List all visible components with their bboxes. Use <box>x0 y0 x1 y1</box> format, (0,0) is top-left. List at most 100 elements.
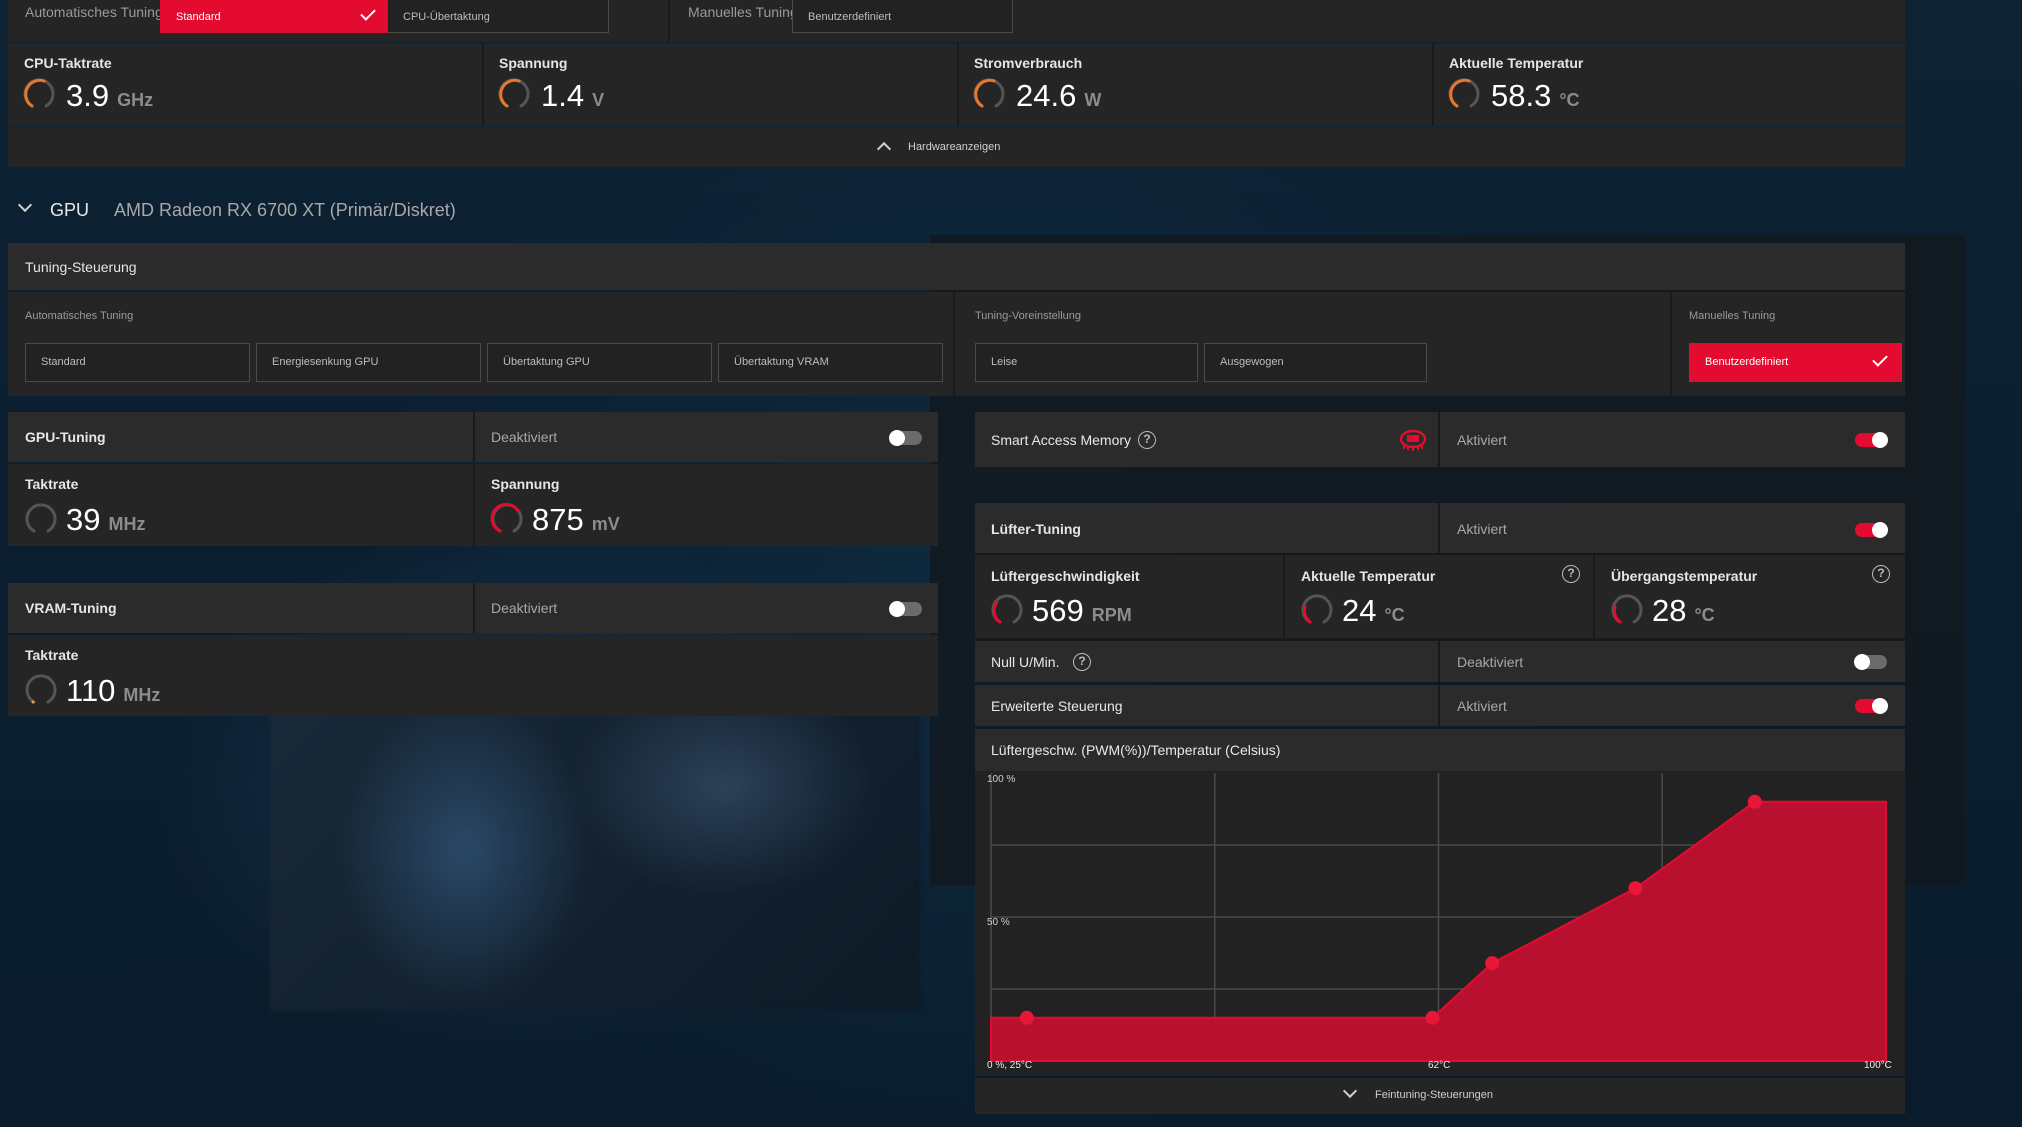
auto-preset-vram-oc-button[interactable]: Übertaktung VRAM <box>718 343 943 382</box>
auto-preset-gpu-oc-button[interactable]: Übertaktung GPU <box>487 343 712 382</box>
zero-rpm-label: Null U/Min. <box>991 654 1060 670</box>
cpu-preset-custom-button[interactable]: Benutzerdefiniert <box>792 0 1013 33</box>
fan-speed-unit: RPM <box>1091 605 1132 625</box>
cpu-metric-readout: 3.9 GHz <box>66 78 153 114</box>
auto-preset-standard-button[interactable]: Standard <box>25 343 250 382</box>
fan-speed-value: 569 <box>1032 593 1084 628</box>
cpu-metric-value: 3.9 <box>66 78 110 113</box>
advanced-control-status: Aktiviert <box>1457 698 1507 714</box>
auto-preset-power-save-button[interactable]: Energiesenkung GPU <box>256 343 481 382</box>
gpu-clock-value: 39 <box>66 502 101 537</box>
fine-tuning-label[interactable]: Feintuning-Steuerungen <box>1375 1089 1493 1101</box>
gpu-clock-label: Taktrate <box>25 476 79 492</box>
gpu-voltage-gauge-icon <box>490 502 523 533</box>
x-tick-max: 100°C <box>1864 1060 1892 1071</box>
vram-tuning-metrics: Taktrate 110 MHz <box>8 635 938 716</box>
fan-tuning-header: Lüfter-Tuning Aktiviert <box>975 503 1905 553</box>
gpu-voltage-label: Spannung <box>491 476 560 492</box>
divider <box>1438 685 1440 726</box>
sam-toggle[interactable] <box>1855 432 1888 448</box>
gpu-tuning-status: Deaktiviert <box>491 429 558 445</box>
vram-clock-label: Taktrate <box>25 647 79 663</box>
preset-quiet-button[interactable]: Leise <box>975 343 1198 382</box>
gpu-voltage-unit: mV <box>591 514 620 534</box>
cpu-metric-label: Spannung <box>499 55 568 71</box>
cpu-metric-readout: 58.3 °C <box>1491 78 1580 114</box>
help-icon[interactable]: ? <box>1138 431 1156 449</box>
divider <box>473 412 475 462</box>
help-icon[interactable]: ? <box>1073 653 1091 671</box>
zero-rpm-status: Deaktiviert <box>1457 654 1524 670</box>
tuning-control-body: Automatisches Tuning Tuning-Voreinstellu… <box>8 292 1905 396</box>
hardware-toggle-bar[interactable]: Hardwareanzeigen <box>8 127 1905 167</box>
gpu-voltage-readout: 875 mV <box>532 502 620 538</box>
fan-curve-point[interactable] <box>1485 956 1500 971</box>
gpu-clock-gauge-icon <box>25 503 57 533</box>
divider <box>1438 503 1440 553</box>
fan-temp-label: Aktuelle Temperatur <box>1301 568 1436 584</box>
divider <box>1283 555 1285 638</box>
divider <box>473 464 475 546</box>
help-icon[interactable]: ? <box>1562 565 1580 583</box>
cpu-metric-value: 1.4 <box>541 78 585 113</box>
chevron-down-icon[interactable] <box>1342 1083 1358 1099</box>
cpu-metric-unit: V <box>592 90 605 110</box>
cpu-preset-oc-button[interactable]: CPU-Übertaktung <box>387 0 609 33</box>
cpu-manual-tuning-label: Manuelles Tuning <box>688 4 798 20</box>
cpu-metrics-row <box>8 43 1905 126</box>
gpu-tuning-title: GPU-Tuning <box>25 429 106 445</box>
divider <box>1438 412 1440 467</box>
vram-clock-gauge-icon <box>25 674 57 704</box>
gpu-auto-tuning-label: Automatisches Tuning <box>25 310 134 322</box>
cpu-metric-value: 58.3 <box>1491 78 1552 113</box>
preset-label: Leise <box>991 356 1018 368</box>
cpu-preset-standard-button[interactable]: Standard <box>160 0 390 33</box>
fan-speed-label: Lüftergeschwindigkeit <box>991 568 1140 584</box>
fan-metrics: Lüftergeschwindigkeit 569 RPM Aktuelle Te… <box>975 555 1905 638</box>
fine-tuning-bar[interactable]: Feintuning-Steuerungen <box>975 1078 1905 1114</box>
fan-curve-point[interactable] <box>1747 794 1762 809</box>
vram-clock-unit: MHz <box>123 685 161 705</box>
preset-label: Ausgewogen <box>1220 356 1284 368</box>
divider <box>1438 641 1440 682</box>
preset-label: Übertaktung VRAM <box>734 356 829 368</box>
cpu-metric-unit: GHz <box>117 90 154 110</box>
junction-temp-readout: 28 °C <box>1652 593 1715 629</box>
junction-temp-label: Übergangstemperatur <box>1611 568 1758 584</box>
tuning-control-title: Tuning-Steuerung <box>25 259 137 275</box>
x-tick-mid: 62°C <box>1428 1060 1451 1071</box>
vram-clock-value: 110 <box>66 673 116 708</box>
gpu-section-label[interactable]: GPU <box>50 200 89 221</box>
fan-tuning-toggle[interactable] <box>1855 522 1888 538</box>
manual-preset-custom-button[interactable]: Benutzerdefiniert <box>1689 343 1902 382</box>
preset-balanced-button[interactable]: Ausgewogen <box>1204 343 1427 382</box>
fan-tuning-status: Aktiviert <box>1457 521 1507 537</box>
divider <box>953 292 955 396</box>
cpu-metric-label: Stromverbrauch <box>974 55 1083 71</box>
fan-curve-point[interactable] <box>1425 1010 1440 1025</box>
fan-curve-point[interactable] <box>1628 881 1643 896</box>
cpu-metric-unit: °C <box>1559 90 1580 110</box>
hardware-toggle-label[interactable]: Hardwareanzeigen <box>908 141 1000 153</box>
fan-tuning-title: Lüfter-Tuning <box>991 521 1081 537</box>
cpu-metric-label: CPU-Taktrate <box>24 55 112 71</box>
preset-label: Energiesenkung GPU <box>272 356 379 368</box>
help-icon[interactable]: ? <box>1872 565 1890 583</box>
divider <box>1670 292 1672 396</box>
gpu-voltage-value: 875 <box>532 502 584 537</box>
junction-temp-value: 28 <box>1652 593 1687 628</box>
cpu-metric-gauge-icon <box>498 78 530 108</box>
divider <box>668 0 670 42</box>
cpu-metric-gauge-icon <box>23 78 55 108</box>
advanced-control-toggle[interactable] <box>1855 698 1888 714</box>
zero-rpm-toggle[interactable] <box>1854 654 1887 670</box>
vram-tuning-toggle[interactable] <box>889 601 922 617</box>
x-tick-origin: 0 %, 25°C <box>987 1060 1033 1071</box>
chevron-up-icon[interactable] <box>876 141 892 157</box>
check-icon <box>360 5 376 21</box>
chevron-down-icon[interactable] <box>17 197 33 213</box>
gpu-tuning-toggle[interactable] <box>889 430 922 446</box>
preset-label: Benutzerdefiniert <box>1705 356 1789 368</box>
fan-curve-chart[interactable] <box>983 771 1895 1076</box>
fan-curve-point[interactable] <box>1019 1010 1034 1025</box>
